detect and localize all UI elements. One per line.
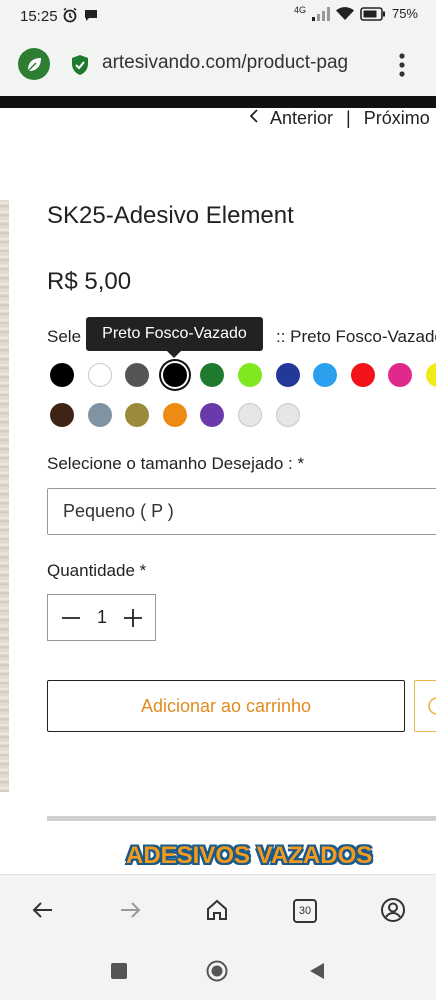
home-icon[interactable]: [204, 897, 230, 923]
selected-color-name: :: Preto Fosco-Vazado: [276, 327, 436, 346]
product-title: SK25-Adesivo Element: [47, 202, 294, 229]
color-tooltip: Preto Fosco-Vazado: [86, 317, 263, 351]
color-swatch[interactable]: [200, 363, 225, 387]
add-to-cart-label: Adicionar ao carrinho: [140, 696, 312, 716]
battery-percent: 75%: [391, 6, 418, 21]
site-leaf-icon[interactable]: [18, 48, 50, 80]
url-input[interactable]: artesivando.com/product-pag: [102, 52, 378, 74]
color-swatch[interactable]: [87, 363, 112, 387]
browser-bottom-toolbar: 30: [0, 874, 436, 944]
color-swatch[interactable]: [50, 403, 74, 427]
recents-icon[interactable]: [108, 960, 130, 982]
status-bar: 15:25 4G 75%: [0, 0, 436, 34]
system-back-icon[interactable]: [306, 960, 328, 982]
notification-icons: [62, 7, 98, 23]
size-select-value: Pequeno ( P ): [63, 501, 174, 521]
wishlist-button[interactable]: [414, 680, 436, 732]
next-link[interactable]: Próximo: [364, 108, 430, 128]
color-swatch[interactable]: [350, 363, 375, 387]
battery-icon: [360, 6, 385, 21]
lock-icon[interactable]: [70, 54, 90, 76]
minus-icon[interactable]: [60, 605, 82, 631]
tooltip-arrow: [167, 351, 181, 358]
color-swatch[interactable]: [125, 363, 150, 387]
color-swatch[interactable]: [275, 363, 300, 387]
browser-url-bar: artesivando.com/product-pag: [0, 34, 436, 96]
status-right: 4G 75%: [293, 4, 418, 22]
alarm-icon: [63, 7, 77, 23]
color-swatch[interactable]: [313, 363, 338, 387]
previous-link[interactable]: Anterior: [270, 108, 333, 128]
color-swatch[interactable]: [162, 363, 187, 387]
color-swatch[interactable]: [200, 403, 225, 427]
menu-icon[interactable]: [394, 52, 410, 78]
banner-title: ADESIVOS VAZADOS: [126, 842, 373, 869]
heart-icon: [428, 697, 436, 715]
color-swatch[interactable]: [238, 403, 262, 427]
plus-icon[interactable]: [122, 605, 144, 631]
product-image-edge: [0, 200, 9, 792]
color-swatch[interactable]: [275, 403, 300, 427]
color-label-start: Sele: [47, 327, 82, 346]
color-swatch[interactable]: [87, 403, 112, 427]
color-swatch[interactable]: [162, 403, 187, 427]
site-header-edge: [0, 96, 436, 108]
size-label: Selecione o tamanho Desejado : *: [47, 454, 305, 473]
account-icon[interactable]: [380, 897, 406, 923]
product-navigation: Anterior | Próximo: [248, 108, 430, 129]
wifi-icon: [335, 6, 354, 20]
signal-icon: [311, 6, 330, 21]
color-swatch[interactable]: [50, 363, 74, 387]
color-swatch[interactable]: [238, 363, 262, 387]
status-time: 15:25: [20, 8, 58, 25]
quantity-value[interactable]: 1: [92, 607, 112, 628]
quantity-label: Quantidade *: [47, 561, 147, 580]
product-page: Anterior | Próximo SK25-Adesivo Element …: [0, 108, 436, 874]
system-navigation-bar: [0, 944, 436, 1000]
network-type: 4G: [293, 4, 306, 15]
chat-bubble-icon: [85, 10, 97, 21]
product-price: R$ 5,00: [47, 268, 132, 295]
color-swatch[interactable]: [388, 363, 413, 387]
forward-icon[interactable]: [117, 897, 143, 923]
chevron-left-icon: [249, 109, 258, 123]
add-to-cart-button[interactable]: Adicionar ao carrinho: [47, 680, 405, 732]
color-swatch[interactable]: [426, 363, 436, 387]
size-select[interactable]: Pequeno ( P ): [47, 488, 436, 535]
tabs-icon[interactable]: 30: [293, 899, 317, 923]
system-home-icon[interactable]: [206, 960, 228, 982]
color-swatch[interactable]: [125, 403, 150, 427]
back-icon[interactable]: [30, 897, 56, 923]
quantity-stepper: 1: [47, 594, 156, 641]
nav-separator: |: [346, 108, 351, 128]
section-divider: [47, 816, 436, 821]
color-label: Sele :: Preto Fosco-Vazado: [47, 327, 436, 347]
